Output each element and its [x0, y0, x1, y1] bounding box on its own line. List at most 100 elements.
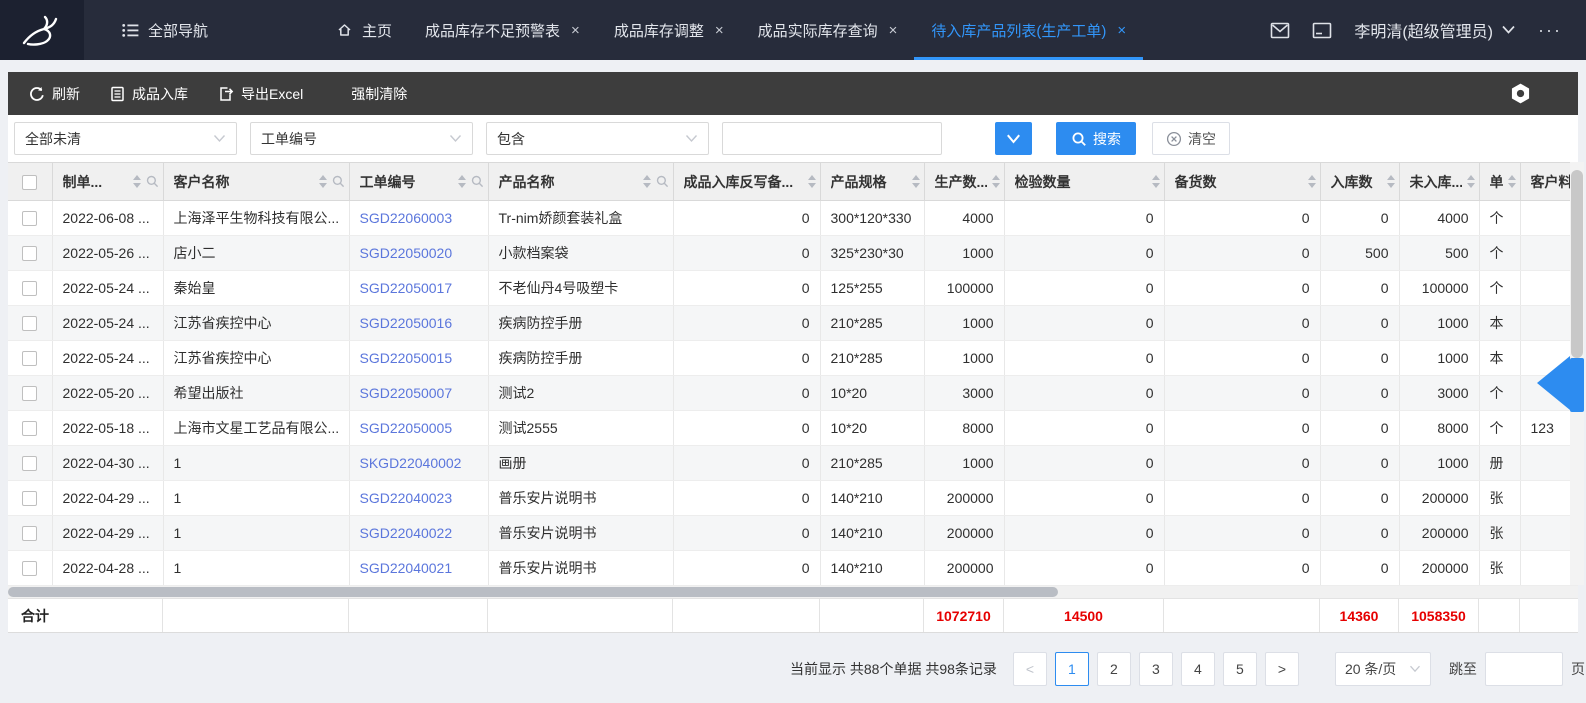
row-checkbox[interactable] — [22, 561, 37, 576]
row-checkbox[interactable] — [22, 246, 37, 261]
order-link[interactable]: SGD22040022 — [360, 525, 453, 541]
column-search-icon[interactable] — [146, 175, 159, 188]
side-panel-collapse-arrow-icon[interactable] — [1537, 356, 1570, 410]
tab-3[interactable]: 待入库产品列表(生产工单)× — [914, 0, 1143, 60]
prev-page-button[interactable]: < — [1013, 652, 1047, 686]
page-size-select[interactable]: 20 条/页 — [1335, 652, 1431, 686]
nav-all-menu[interactable]: 全部导航 — [106, 0, 224, 60]
tab-1[interactable]: 成品库存调整× — [597, 0, 741, 60]
cell-remark: 0 — [673, 481, 820, 516]
search-button[interactable]: 搜索 — [1056, 122, 1136, 155]
row-checkbox[interactable] — [22, 386, 37, 401]
row-checkbox[interactable] — [22, 456, 37, 471]
tab-0[interactable]: 成品库存不足预警表× — [408, 0, 597, 60]
column-header-reserve_qty[interactable]: 备货数 — [1164, 163, 1320, 201]
stock-in-button[interactable]: 成品入库 — [95, 72, 203, 115]
tab-close-icon[interactable]: × — [715, 22, 724, 39]
page-button-1[interactable]: 1 — [1055, 652, 1089, 686]
page-button-2[interactable]: 2 — [1097, 652, 1131, 686]
order-link[interactable]: SGD22060003 — [360, 210, 453, 226]
sort-icon[interactable] — [912, 175, 920, 188]
order-link[interactable]: SGD22050007 — [360, 385, 453, 401]
filter-status-select[interactable]: 全部未清 — [14, 122, 237, 155]
vertical-scrollbar-thumb[interactable] — [1571, 170, 1583, 358]
column-header-date[interactable]: 制单... — [52, 163, 163, 201]
order-link[interactable]: SGD22050016 — [360, 315, 453, 331]
column-search-icon[interactable] — [471, 175, 484, 188]
horizontal-scrollbar[interactable] — [8, 586, 1578, 598]
clear-button[interactable]: 清空 — [1152, 122, 1230, 155]
sort-icon[interactable] — [319, 175, 327, 188]
order-link[interactable]: SKGD22040002 — [360, 455, 462, 471]
sort-icon[interactable] — [458, 175, 466, 188]
sort-icon[interactable] — [1308, 175, 1316, 188]
filter-keyword-input[interactable] — [722, 122, 942, 155]
settings-nut-button[interactable] — [1509, 82, 1532, 110]
cell-prod_qty: 4000 — [924, 201, 1004, 236]
filter-operator-select[interactable]: 包含 — [486, 122, 709, 155]
order-link[interactable]: SGD22040023 — [360, 490, 453, 506]
column-search-icon[interactable] — [332, 175, 345, 188]
sort-icon[interactable] — [1467, 175, 1475, 188]
nav-home[interactable]: 主页 — [320, 0, 408, 60]
page-button-5[interactable]: 5 — [1223, 652, 1257, 686]
window-icon[interactable] — [1312, 22, 1332, 39]
column-header-in_qty[interactable]: 入库数 — [1320, 163, 1399, 201]
row-checkbox[interactable] — [22, 281, 37, 296]
sort-icon[interactable] — [1387, 175, 1395, 188]
order-link[interactable]: SGD22050020 — [360, 245, 453, 261]
sort-icon[interactable] — [808, 175, 816, 188]
order-link[interactable]: SGD22040021 — [360, 560, 453, 576]
column-header-customer[interactable]: 客户名称 — [163, 163, 349, 201]
tab-close-icon[interactable]: × — [889, 22, 898, 39]
column-header-remark[interactable]: 成品入库反写备... — [673, 163, 820, 201]
tab-2[interactable]: 成品实际库存查询 × — [741, 0, 915, 60]
next-page-button[interactable]: > — [1265, 652, 1299, 686]
sort-icon[interactable] — [133, 175, 141, 188]
order-link[interactable]: SGD22050005 — [360, 420, 453, 436]
column-header-prod_qty[interactable]: 生产数... — [924, 163, 1004, 201]
page-button-4[interactable]: 4 — [1181, 652, 1215, 686]
export-excel-button[interactable]: 导出Excel — [203, 72, 318, 115]
more-menu[interactable]: ··· — [1538, 20, 1562, 41]
page-button-3[interactable]: 3 — [1139, 652, 1173, 686]
sort-icon[interactable] — [1152, 175, 1160, 188]
advanced-filter-button[interactable] — [995, 122, 1032, 155]
row-checkbox[interactable] — [22, 421, 37, 436]
column-header-spec[interactable]: 产品规格 — [820, 163, 924, 201]
tab-close-icon[interactable]: × — [1117, 22, 1126, 39]
row-checkbox[interactable] — [22, 491, 37, 506]
row-checkbox[interactable] — [22, 211, 37, 226]
row-checkbox[interactable] — [22, 351, 37, 366]
order-link[interactable]: SGD22050017 — [360, 280, 453, 296]
sort-icon[interactable] — [1508, 175, 1516, 188]
column-header-unit[interactable]: 单. — [1479, 163, 1520, 201]
column-search-icon[interactable] — [656, 175, 669, 188]
pending-inbound-table: 制单...客户名称工单编号产品名称成品入库反写备...产品规格生产数...检验数… — [8, 162, 1578, 586]
tab-close-icon[interactable]: × — [571, 22, 580, 39]
refresh-button[interactable]: 刷新 — [14, 72, 95, 115]
side-panel-handle-bar[interactable] — [1570, 358, 1584, 412]
horizontal-scrollbar-thumb[interactable] — [8, 587, 1058, 597]
logo[interactable] — [0, 0, 84, 60]
order-link[interactable]: SGD22050015 — [360, 350, 453, 366]
sort-icon[interactable] — [992, 175, 1000, 188]
column-header-not_in_qty[interactable]: 未入库... — [1399, 163, 1479, 201]
cell-not_in_qty: 500 — [1399, 236, 1479, 271]
column-header-product[interactable]: 产品名称 — [488, 163, 673, 201]
cell-inspect_qty: 0 — [1004, 341, 1164, 376]
select-all-checkbox[interactable] — [22, 175, 37, 190]
column-header-order[interactable]: 工单编号 — [349, 163, 488, 201]
tab-label: 成品实际库存查询 — [758, 20, 878, 41]
user-menu[interactable]: 李明清(超级管理员) — [1354, 18, 1516, 42]
row-checkbox[interactable] — [22, 316, 37, 331]
cell-remark: 0 — [673, 376, 820, 411]
filter-field-select[interactable]: 工单编号 — [250, 122, 473, 155]
mail-icon[interactable] — [1270, 22, 1290, 39]
row-checkbox[interactable] — [22, 526, 37, 541]
column-header-inspect_qty[interactable]: 检验数量 — [1004, 163, 1164, 201]
force-clear-button[interactable]: 强制清除 — [336, 72, 422, 115]
jump-page-input[interactable] — [1485, 652, 1563, 686]
sort-icon[interactable] — [643, 175, 651, 188]
vertical-scrollbar[interactable] — [1570, 162, 1584, 585]
